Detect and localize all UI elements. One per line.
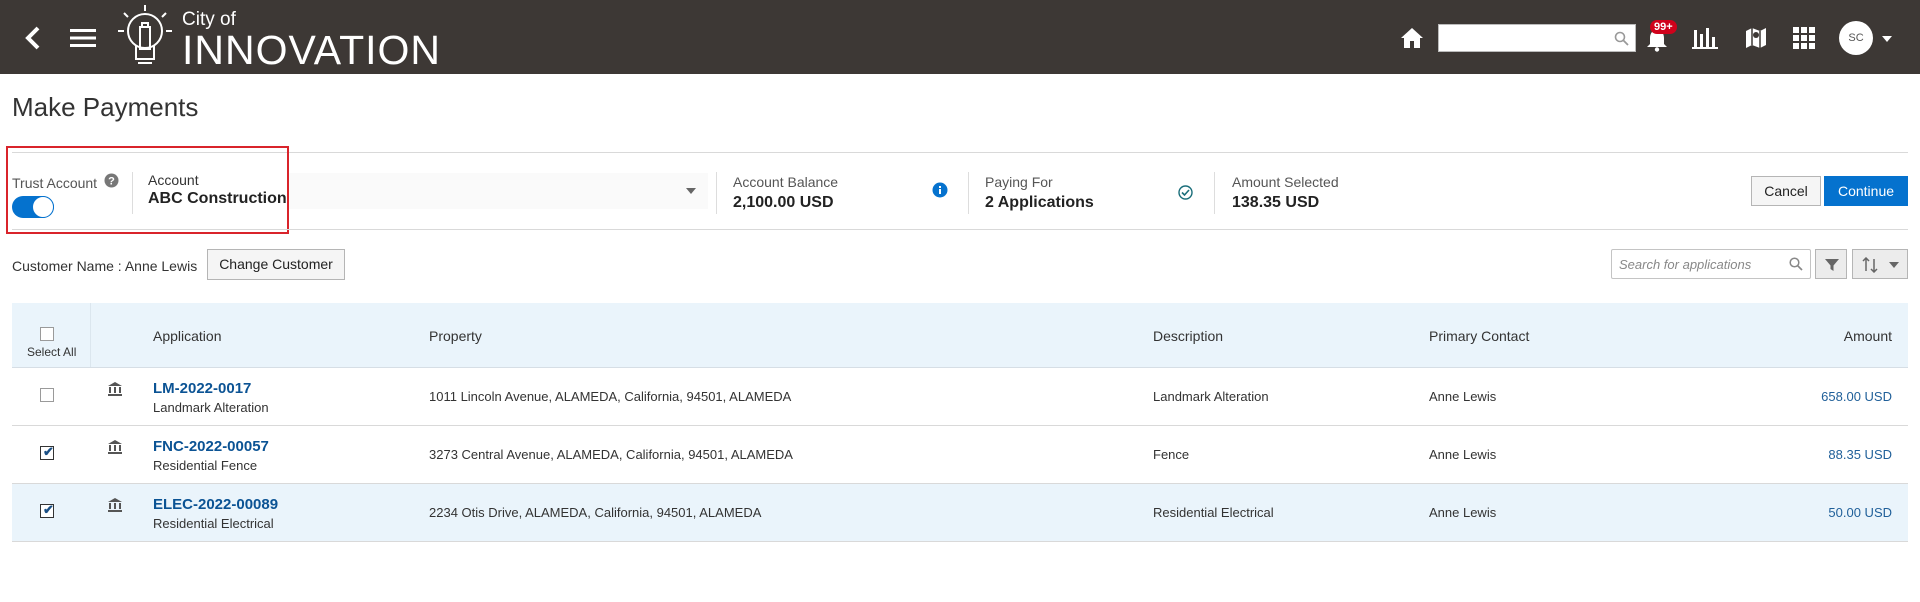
- primary-contact: Anne Lewis: [1429, 505, 1497, 520]
- search-icon[interactable]: [1789, 257, 1803, 271]
- amount[interactable]: 658.00 USD: [1772, 389, 1892, 404]
- summary-divider: [12, 229, 1908, 230]
- user-avatar[interactable]: SC: [1839, 21, 1873, 55]
- grid-apps-icon[interactable]: [1793, 27, 1815, 49]
- change-customer-button[interactable]: Change Customer: [207, 249, 345, 280]
- amount[interactable]: 88.35 USD: [1772, 447, 1892, 462]
- account-balance-label: Account Balance: [733, 174, 839, 190]
- property-address: 3273 Central Avenue, ALAMEDA, California…: [429, 447, 793, 462]
- divider: [968, 172, 969, 214]
- table-header: Select All Application Property Descript…: [12, 303, 1908, 368]
- notification-badge: 99+: [1650, 20, 1677, 34]
- paying-for-value: 2 Applications: [985, 194, 1094, 211]
- description: Residential Electrical: [1153, 505, 1274, 520]
- bank-icon: [108, 440, 122, 454]
- title-divider: [12, 152, 1908, 153]
- checkmark-icon: ✔: [43, 502, 54, 517]
- column-header-amount[interactable]: Amount: [1812, 328, 1892, 344]
- checkmark-icon: ✔: [43, 444, 54, 459]
- page-title: Make Payments: [12, 92, 199, 122]
- select-all-label: Select All: [27, 345, 77, 359]
- home-icon[interactable]: [1400, 27, 1424, 49]
- table-row[interactable]: ✔ ELEC-2022-00089 Residential Electrical…: [12, 484, 1908, 542]
- property-address: 1011 Lincoln Avenue, ALAMEDA, California…: [429, 389, 792, 404]
- property-address: 2234 Otis Drive, ALAMEDA, California, 94…: [429, 505, 762, 520]
- description: Landmark Alteration: [1153, 389, 1269, 404]
- select-all-checkbox[interactable]: [40, 327, 54, 341]
- application-link[interactable]: LM-2022-0017: [153, 380, 251, 397]
- sort-button[interactable]: [1852, 249, 1908, 279]
- column-header-primary-contact[interactable]: Primary Contact: [1429, 328, 1529, 344]
- divider: [1214, 172, 1215, 214]
- row-checkbox[interactable]: ✔: [40, 502, 54, 518]
- account-balance-value: 2,100.00 USD: [733, 194, 834, 211]
- bar-chart-icon[interactable]: [1692, 26, 1718, 50]
- column-header-description[interactable]: Description: [1153, 328, 1223, 344]
- application-type: Residential Fence: [153, 458, 258, 473]
- primary-contact: Anne Lewis: [1429, 447, 1497, 462]
- amount-selected-label: Amount Selected: [1232, 174, 1339, 190]
- column-header-application[interactable]: Application: [153, 328, 222, 344]
- lightbulb-logo-icon: [118, 5, 172, 64]
- hamburger-menu-icon[interactable]: [70, 28, 96, 48]
- search-placeholder: Search for applications: [1619, 257, 1752, 272]
- chevron-down-icon[interactable]: [1881, 35, 1893, 43]
- dropdown-caret-icon[interactable]: [686, 188, 696, 194]
- primary-contact: Anne Lewis: [1429, 389, 1497, 404]
- table-row[interactable]: ✔ FNC-2022-00057 Residential Fence 3273 …: [12, 426, 1908, 484]
- amount-selected-value: 138.35 USD: [1232, 194, 1320, 211]
- column-divider: [90, 303, 91, 367]
- application-link[interactable]: FNC-2022-00057: [153, 438, 269, 455]
- application-type: Landmark Alteration: [153, 400, 269, 415]
- sort-icon: [1862, 257, 1878, 273]
- amount[interactable]: 50.00 USD: [1772, 505, 1892, 520]
- cancel-button[interactable]: Cancel: [1751, 176, 1821, 206]
- top-navigation-bar: City of INNOVATION 99+ SC: [0, 0, 1920, 74]
- application-search-input[interactable]: Search for applications: [1611, 249, 1811, 279]
- description: Fence: [1153, 447, 1190, 462]
- row-checkbox[interactable]: ✔: [40, 444, 54, 460]
- customer-name: Customer Name : Anne Lewis: [12, 258, 198, 274]
- check-circle-icon[interactable]: [1178, 185, 1193, 200]
- application-type: Residential Electrical: [153, 516, 274, 531]
- global-search-input[interactable]: [1438, 24, 1636, 52]
- brand-title: INNOVATION: [182, 27, 442, 73]
- chevron-down-icon: [1889, 262, 1899, 268]
- search-icon[interactable]: [1614, 31, 1629, 46]
- divider: [716, 172, 717, 214]
- table-row[interactable]: LM-2022-0017 Landmark Alteration 1011 Li…: [12, 368, 1908, 426]
- row-checkbox[interactable]: [40, 388, 54, 402]
- paying-for-label: Paying For: [985, 174, 1053, 190]
- bank-icon: [108, 382, 122, 396]
- back-arrow-icon[interactable]: [24, 26, 42, 50]
- annotation-highlight-box: [6, 146, 289, 234]
- info-icon[interactable]: [932, 182, 948, 198]
- column-header-property[interactable]: Property: [429, 328, 482, 344]
- filter-button[interactable]: [1815, 249, 1847, 279]
- account-select[interactable]: [288, 173, 708, 209]
- map-icon[interactable]: [1744, 26, 1768, 50]
- bank-icon: [108, 498, 122, 512]
- filter-icon: [1825, 259, 1839, 271]
- application-link[interactable]: ELEC-2022-00089: [153, 496, 278, 513]
- continue-button[interactable]: Continue: [1824, 176, 1908, 206]
